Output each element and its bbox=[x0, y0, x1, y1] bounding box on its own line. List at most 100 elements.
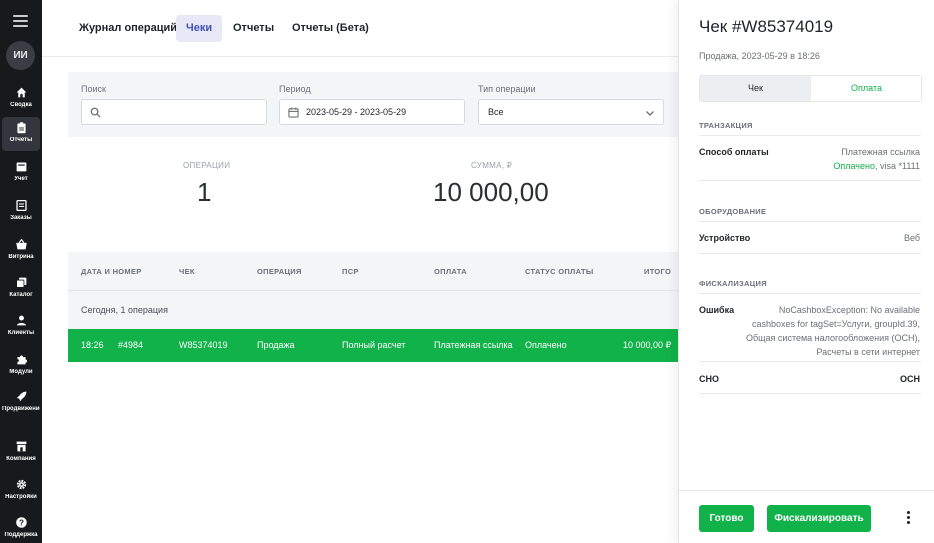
row-receipt: W85374019 bbox=[179, 340, 228, 350]
sidebar-item-label: Учет bbox=[14, 176, 28, 182]
row-number: #4984 bbox=[118, 340, 144, 350]
column-header-date[interactable]: ДАТА И НОМЕР bbox=[81, 267, 142, 276]
done-button[interactable]: Готово bbox=[699, 505, 754, 532]
inbox-icon bbox=[16, 162, 26, 172]
period-value: 2023-05-29 - 2023-05-29 bbox=[306, 107, 407, 117]
table-row[interactable]: 18:26 #4984 W85374019 Продажа Полный рас… bbox=[68, 329, 678, 362]
divider bbox=[699, 361, 921, 362]
puzzle-icon bbox=[16, 355, 27, 365]
segmented-control: Чек Оплата bbox=[699, 75, 922, 102]
search-icon bbox=[90, 107, 101, 118]
sidebar-item-label: Заказы bbox=[10, 215, 32, 221]
sno-value: ОСН bbox=[900, 374, 920, 384]
operation-type-select[interactable]: Все bbox=[478, 99, 664, 125]
sidebar-item-summary[interactable]: Сводка bbox=[2, 82, 40, 116]
sidebar-item-company[interactable]: Компания bbox=[2, 436, 40, 470]
sidebar-item-label: Каталог bbox=[9, 292, 33, 298]
column-header-receipt[interactable]: ЧЕК bbox=[179, 267, 195, 276]
column-header-operation[interactable]: ОПЕРАЦИЯ bbox=[257, 267, 302, 276]
chevron-down-icon bbox=[646, 111, 654, 116]
sum-value: 10 000,00 bbox=[433, 177, 549, 207]
segment-payment[interactable]: Оплата bbox=[811, 76, 921, 101]
row-time: 18:26 bbox=[81, 340, 104, 350]
sidebar-item-modules[interactable]: Модули bbox=[2, 349, 40, 383]
divider bbox=[699, 393, 921, 394]
sidebar-item-clients[interactable]: Клиенты bbox=[2, 310, 40, 344]
sum-label: СУММА, ₽ bbox=[471, 161, 513, 170]
sidebar-item-orders[interactable]: Заказы bbox=[2, 195, 40, 229]
group-label: Сегодня, 1 операция bbox=[81, 305, 168, 315]
period-label: Период bbox=[279, 84, 311, 94]
divider bbox=[699, 221, 921, 222]
gear-icon bbox=[16, 479, 26, 490]
help-icon: ? bbox=[15, 517, 27, 528]
sidebar-item-settings[interactable]: Настройки bbox=[2, 474, 40, 508]
device-key: Устройство bbox=[699, 233, 751, 243]
table-header: ДАТА И НОМЕР ЧЕК ОПЕРАЦИЯ ПСР ОПЛАТА СТА… bbox=[68, 252, 678, 290]
tab-reports-beta[interactable]: Отчеты (Бета) bbox=[282, 15, 379, 42]
sidebar-item-label: Сводка bbox=[10, 102, 32, 108]
sidebar-item-reports[interactable]: Отчеты bbox=[2, 117, 40, 151]
sidebar-item-catalog[interactable]: Каталог bbox=[2, 272, 40, 306]
payment-status: Оплачено, visa *1111 bbox=[833, 161, 920, 171]
table-group-row: Сегодня, 1 операция bbox=[68, 290, 678, 329]
column-header-psr[interactable]: ПСР bbox=[342, 267, 359, 276]
clipboard-icon bbox=[16, 122, 26, 134]
copy-icon bbox=[15, 277, 26, 288]
sidebar-item-label: Клиенты bbox=[7, 330, 35, 336]
sidebar-item-showcase[interactable]: Витрина bbox=[2, 234, 40, 268]
avatar[interactable]: ИИ bbox=[6, 41, 35, 70]
sidebar-item-label: Отчеты bbox=[9, 137, 33, 143]
list-icon bbox=[15, 199, 27, 212]
row-operation: Продажа bbox=[257, 340, 295, 350]
sidebar-item-label: Компания bbox=[6, 456, 36, 462]
sno-key: СНО bbox=[699, 374, 719, 384]
error-value: NoCashboxException: No available cashbox… bbox=[745, 305, 920, 357]
search-label: Поиск bbox=[81, 84, 106, 94]
divider bbox=[699, 135, 921, 136]
payment-method-value: Платежная ссылка bbox=[841, 147, 920, 157]
device-value: Веб bbox=[903, 233, 920, 243]
divider bbox=[699, 180, 921, 181]
sidebar: ИИ Сводка Отчеты Учет Заказы Витрина Кат… bbox=[0, 0, 42, 543]
divider bbox=[699, 293, 921, 294]
tab-operations-log[interactable]: Журнал операций bbox=[69, 15, 187, 42]
sidebar-item-label: Витрина bbox=[8, 254, 34, 260]
more-options-icon[interactable] bbox=[905, 511, 911, 526]
panel-title: Чек #W85374019 bbox=[699, 17, 834, 36]
row-psr: Полный расчет bbox=[342, 340, 406, 350]
error-key: Ошибка bbox=[699, 305, 735, 315]
panel-subtitle: Продажа, 2023-05-29 в 18:26 bbox=[699, 51, 820, 61]
column-header-payment-status[interactable]: СТАТУС ОПЛАТЫ bbox=[525, 267, 593, 276]
column-header-payment[interactable]: ОПЛАТА bbox=[434, 267, 467, 276]
rocket-icon bbox=[16, 391, 26, 402]
search-input[interactable] bbox=[81, 99, 267, 125]
panel-footer: Готово Фискализировать bbox=[679, 490, 934, 543]
column-header-total[interactable]: ИТОГО bbox=[644, 267, 671, 276]
filter-bar: Поиск Период 2023-05-29 - 2023-05-29 Тип… bbox=[68, 72, 678, 137]
row-status: Оплачено bbox=[525, 340, 567, 350]
sidebar-item-accounting[interactable]: Учет bbox=[2, 156, 40, 190]
tab-reports[interactable]: Отчеты bbox=[223, 15, 284, 42]
row-total: 10 000,00 ₽ bbox=[623, 340, 672, 350]
calendar-icon bbox=[288, 107, 299, 118]
menu-icon[interactable] bbox=[13, 15, 28, 27]
sidebar-item-label: Модули bbox=[9, 369, 33, 375]
operation-type-value: Все bbox=[488, 107, 504, 117]
period-field[interactable]: 2023-05-29 - 2023-05-29 bbox=[279, 99, 465, 125]
segment-receipt[interactable]: Чек bbox=[700, 76, 811, 101]
operations-label: ОПЕРАЦИИ bbox=[183, 161, 231, 170]
svg-text:?: ? bbox=[19, 518, 24, 527]
tab-receipts[interactable]: Чеки bbox=[176, 15, 223, 42]
divider bbox=[699, 253, 921, 254]
basket-icon bbox=[15, 238, 27, 250]
sidebar-item-promotion[interactable]: Продвижение bbox=[2, 386, 40, 420]
fiscalize-button[interactable]: Фискализировать bbox=[767, 505, 871, 532]
operation-type-label: Тип операции bbox=[478, 84, 536, 94]
receipt-detail-panel: Чек #W85374019 Продажа, 2023-05-29 в 18:… bbox=[678, 0, 934, 543]
home-icon bbox=[16, 87, 26, 98]
person-icon bbox=[16, 315, 26, 326]
payment-status-card: , visa *1111 bbox=[874, 161, 920, 171]
store-icon bbox=[16, 441, 26, 452]
sidebar-item-support[interactable]: ? Поддержка bbox=[2, 512, 40, 543]
